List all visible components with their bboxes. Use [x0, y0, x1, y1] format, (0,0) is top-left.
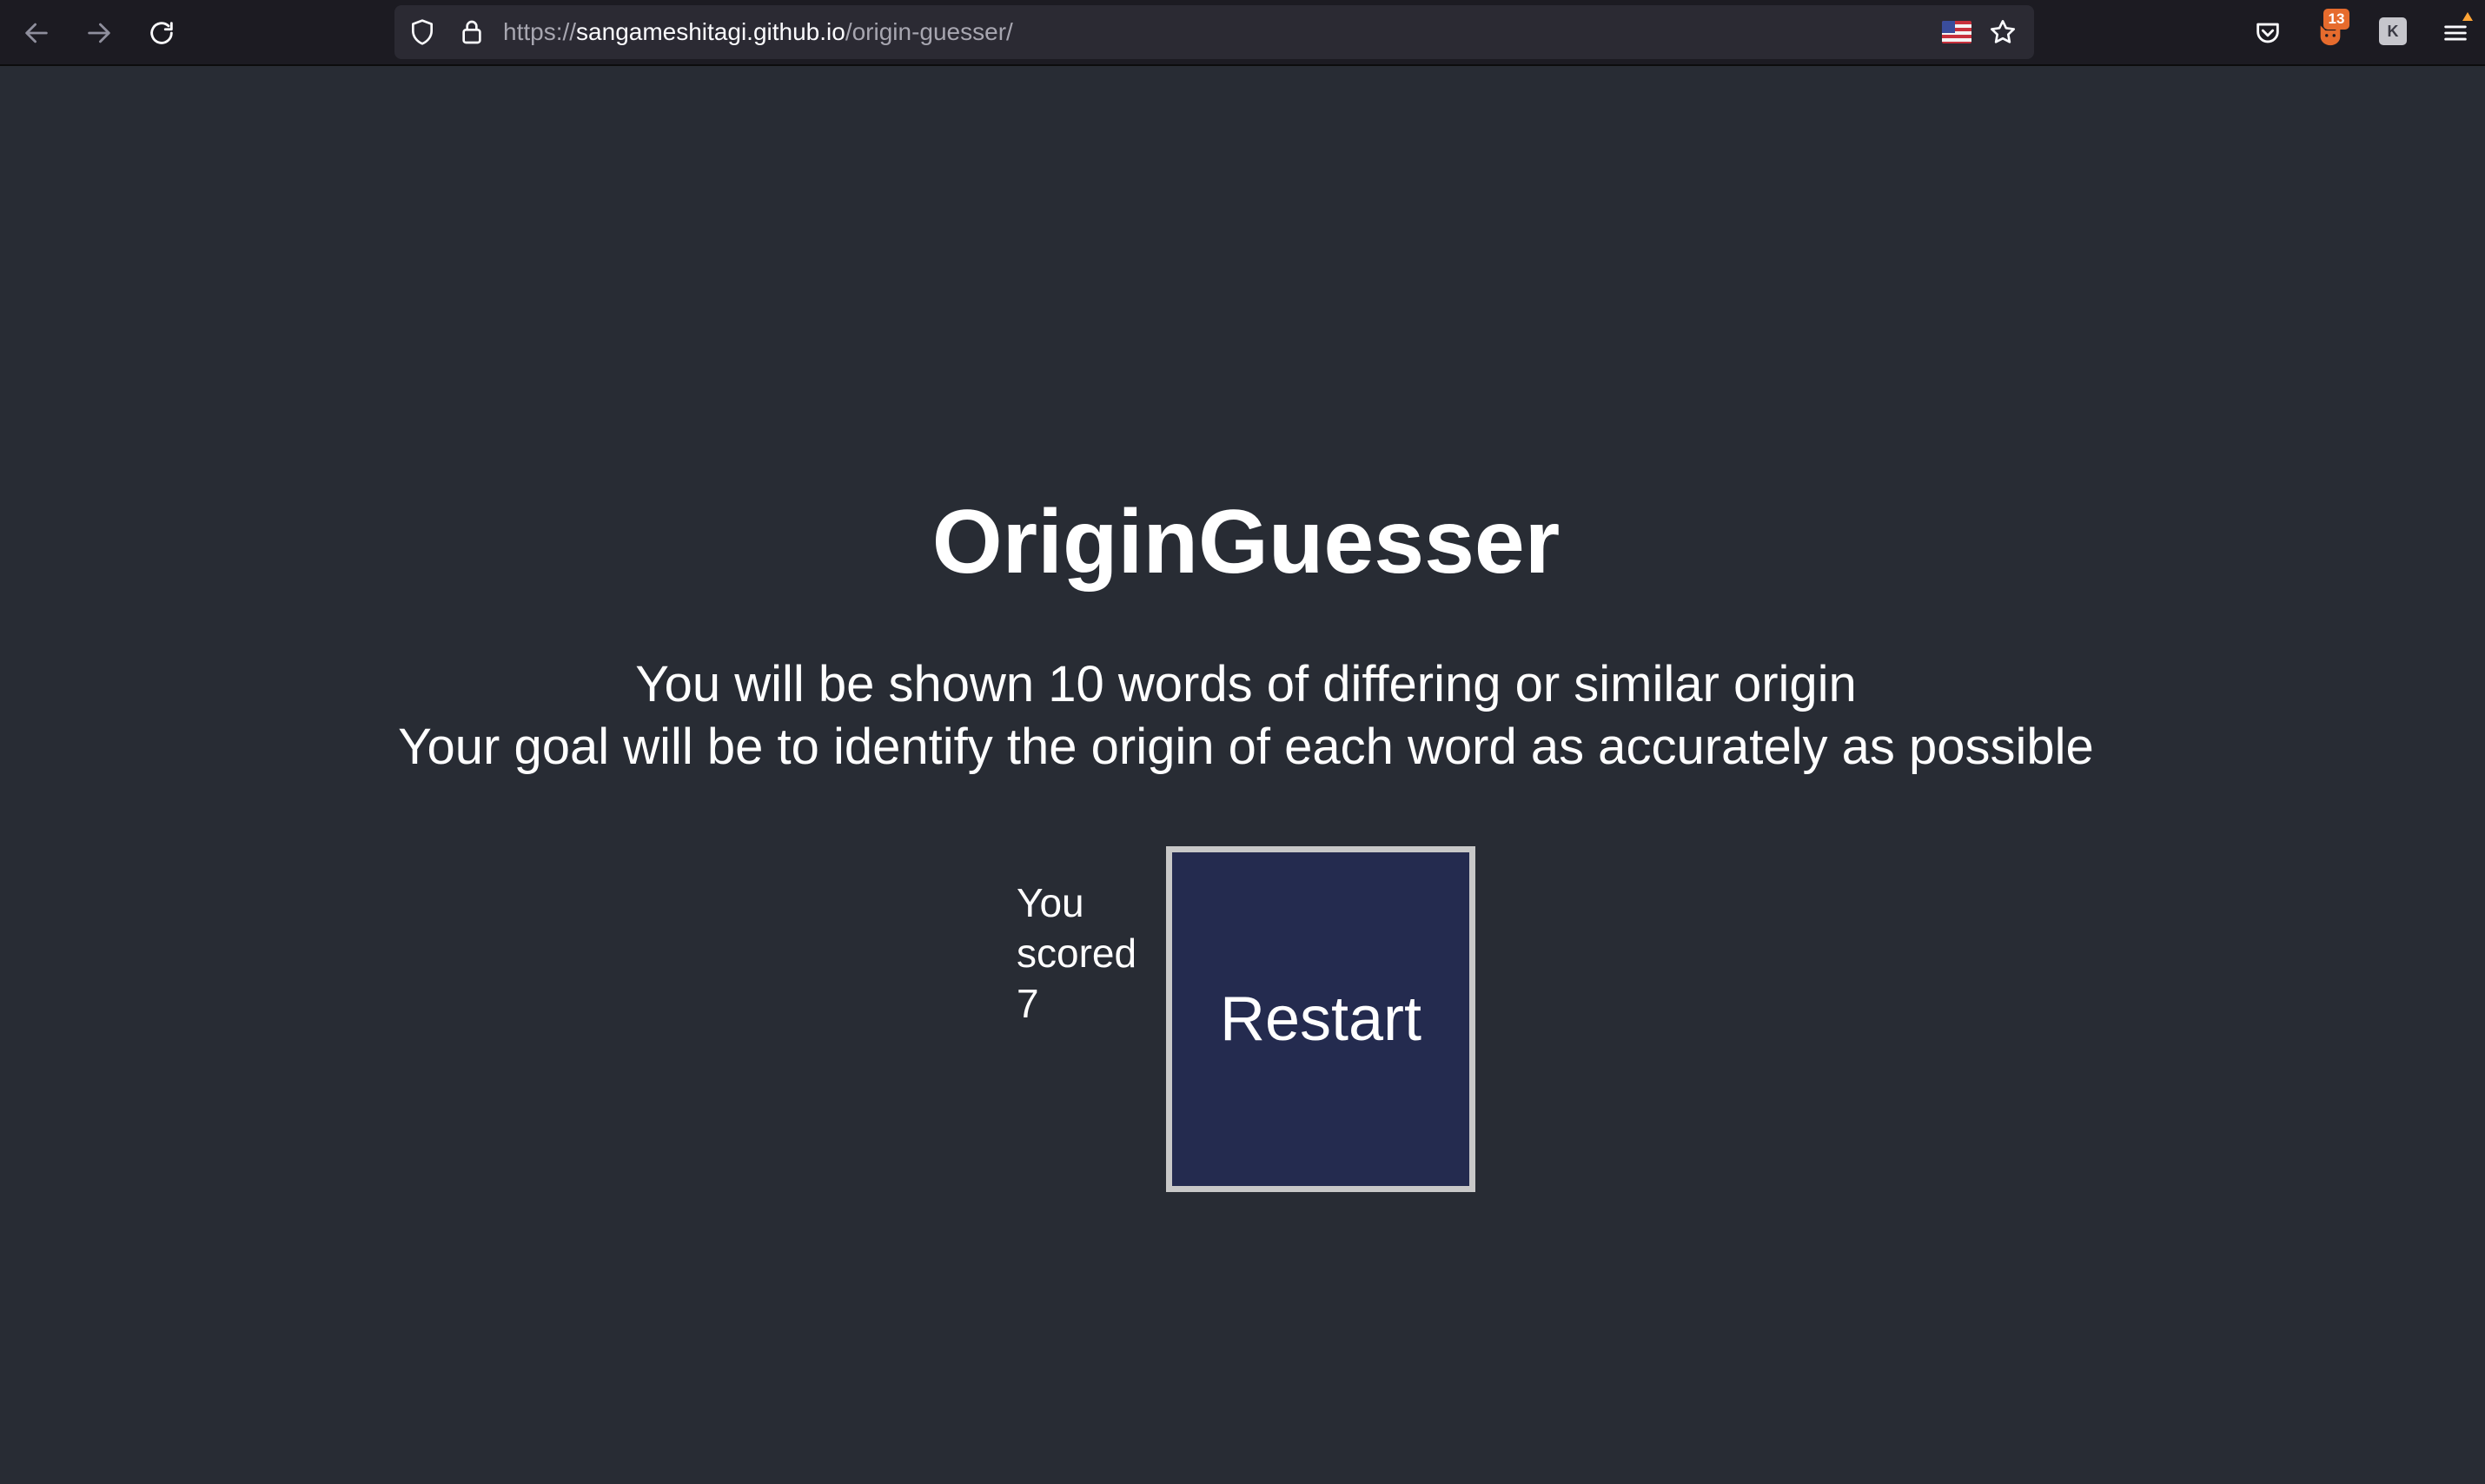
url-host: sangameshitagi.github.io — [576, 18, 845, 45]
arrow-right-icon — [88, 23, 110, 43]
url-scheme: https:// — [503, 18, 577, 45]
extension-badge: 13 — [2323, 9, 2349, 30]
extension-k-icon[interactable]: K — [2379, 17, 2407, 45]
forward-button[interactable] — [78, 12, 120, 54]
url-path: /origin-guesser/ — [845, 18, 1013, 45]
reload-icon — [150, 22, 173, 44]
score-line-2: scored — [1017, 931, 1137, 976]
back-button[interactable] — [16, 12, 57, 54]
url-bar[interactable]: https://sangameshitagi.github.io/origin-… — [394, 5, 2034, 59]
us-flag-icon[interactable] — [1942, 21, 1971, 43]
description-line-2: Your goal will be to identify the origin… — [398, 719, 2094, 775]
description-line-1: You will be shown 10 words of differing … — [635, 656, 1857, 712]
restart-button[interactable]: Restart — [1166, 846, 1475, 1192]
page-title: OriginGuesser — [931, 492, 1561, 593]
score-value: 7 — [1017, 981, 1039, 1026]
reload-button[interactable] — [141, 12, 182, 54]
url-text[interactable]: https://sangameshitagi.github.io/origin-… — [503, 5, 1013, 59]
page-content: OriginGuesser You will be shown 10 words… — [0, 66, 2485, 1484]
pocket-icon[interactable] — [2249, 14, 2287, 52]
score-line-1: You — [1017, 880, 1084, 925]
arrow-left-icon — [25, 23, 48, 43]
lock-icon[interactable] — [457, 17, 487, 47]
description: You will be shown 10 words of differing … — [0, 653, 2485, 778]
shield-icon[interactable] — [408, 17, 437, 47]
browser-toolbar: https://sangameshitagi.github.io/origin-… — [0, 0, 2485, 66]
update-alert-icon — [2462, 12, 2473, 21]
score-text: You scored 7 — [1017, 878, 1147, 1029]
star-icon[interactable] — [1988, 17, 2018, 47]
